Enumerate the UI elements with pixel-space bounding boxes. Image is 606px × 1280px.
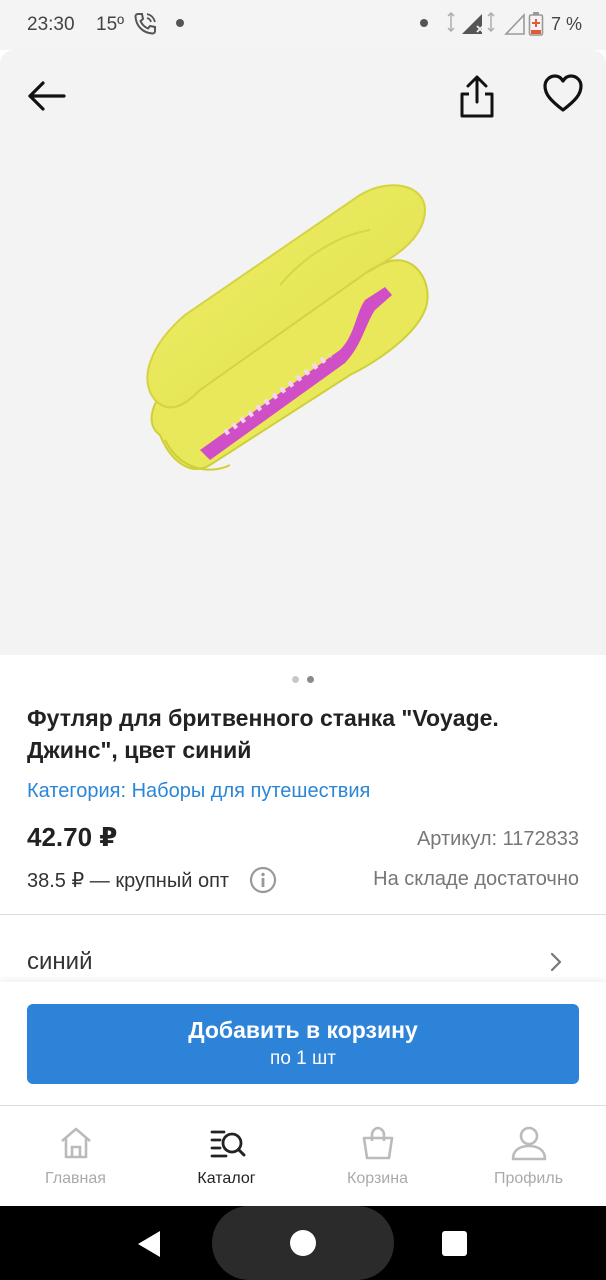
signal-icon: [447, 12, 495, 34]
variant-selector[interactable]: синий: [0, 930, 606, 982]
divider: [0, 914, 606, 915]
catalog-search-icon: [210, 1130, 246, 1158]
tab-profile[interactable]: Профиль: [453, 1106, 604, 1206]
product-article: Артикул: 1172833: [416, 828, 579, 850]
tab-cart-label: Корзина: [347, 1170, 408, 1187]
pager-dot[interactable]: [292, 676, 299, 683]
shopping-bag-icon: [362, 1126, 394, 1160]
share-icon[interactable]: [454, 72, 500, 122]
bottom-tab-bar: Главная Каталог Корзина Профиль: [0, 1106, 606, 1206]
info-icon[interactable]: [249, 866, 277, 894]
chevron-right-icon: [550, 952, 562, 972]
tab-catalog[interactable]: Каталог: [151, 1106, 302, 1206]
variant-label: синий: [27, 948, 93, 975]
phone-call-icon: [134, 13, 156, 35]
notification-dot-icon: [420, 19, 428, 27]
notification-dot-icon: [176, 19, 184, 27]
product-price: 42.70 ₽: [27, 822, 118, 852]
signal-empty-icon: [504, 12, 525, 35]
battery-low-icon: [528, 12, 544, 36]
pager-dot-active[interactable]: [307, 676, 314, 683]
nav-back-icon[interactable]: [134, 1228, 164, 1260]
product-title: Футляр для бритвенного станка "Voyage. Д…: [27, 705, 499, 763]
tab-cart[interactable]: Корзина: [302, 1106, 453, 1206]
product-image[interactable]: [130, 175, 450, 505]
profile-icon: [511, 1126, 547, 1161]
stock-status: На складе достаточно: [373, 868, 579, 890]
nav-home-icon[interactable]: [290, 1230, 316, 1256]
tab-catalog-label: Каталог: [197, 1170, 256, 1187]
tab-profile-label: Профиль: [493, 1170, 564, 1187]
category-link[interactable]: Категория: Наборы для путешествия: [27, 780, 370, 803]
status-bar: 23:30 15º 7 %: [0, 0, 606, 50]
add-to-cart-label: Добавить в корзину: [188, 1017, 418, 1043]
add-to-cart-button[interactable]: Добавить в корзину по 1 шт: [27, 1004, 579, 1084]
add-to-cart-quantity: по 1 шт: [270, 1048, 336, 1069]
favorite-heart-icon[interactable]: [540, 72, 586, 116]
status-time: 23:30: [27, 14, 75, 35]
tab-home[interactable]: Главная: [0, 1106, 151, 1206]
nav-recent-apps-icon[interactable]: [442, 1231, 467, 1256]
system-navigation-bar: [0, 1206, 606, 1280]
home-icon: [61, 1127, 91, 1159]
back-arrow-icon[interactable]: [22, 74, 72, 118]
status-temperature: 15º: [96, 14, 125, 35]
tab-home-label: Главная: [45, 1170, 106, 1187]
image-pager: [0, 670, 606, 683]
battery-percent: 7 %: [551, 14, 583, 34]
bulk-price: 38.5 ₽ — крупный опт: [27, 870, 230, 892]
